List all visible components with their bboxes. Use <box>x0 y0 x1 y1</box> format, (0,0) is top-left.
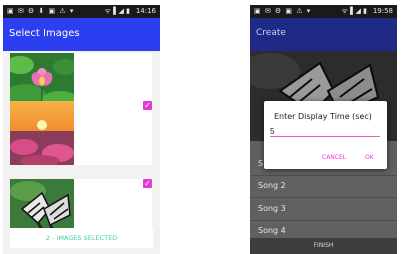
sunset-thumbnail <box>10 101 74 165</box>
right-phone-screen: ▣ ✉ ⚙ ▣ ⚠ ▾ ᯤ ▌◢ ▮ 19:58 Create S Song 2… <box>250 5 397 254</box>
divider <box>250 220 397 221</box>
song-item[interactable]: Song 4 <box>258 226 286 235</box>
cancel-button[interactable]: CANCEL <box>322 154 346 161</box>
butterfly-checkbox[interactable]: ✓ <box>143 179 152 188</box>
song-item[interactable]: S <box>258 159 263 168</box>
left-phone-screen: ▣ ✉ ⚙ ⬇ ▣ ⚠ ▾ ᯤ ▌◢ ▮ 14:16 Select Images <box>3 5 160 254</box>
dialog-title: Enter Display Time (sec) <box>274 112 372 121</box>
finish-button[interactable]: FINISH <box>250 238 397 254</box>
status-time: 14:16 <box>135 7 156 15</box>
divider <box>250 197 397 198</box>
display-time-input[interactable] <box>270 126 380 137</box>
page-title: Create <box>256 28 286 38</box>
signal-battery-icons: ᯤ ▌◢ ▮ <box>341 7 367 15</box>
signal-battery-icons: ᯤ ▌◢ ▮ <box>104 7 130 15</box>
image-row-sunset[interactable]: ✓ <box>10 101 152 165</box>
ok-button[interactable]: OK <box>365 154 374 161</box>
status-time: 19:58 <box>372 7 393 15</box>
song-item[interactable]: Song 3 <box>258 204 286 213</box>
image-list: ✓ ✓ 2 - IMAGES SELECTED <box>3 51 160 254</box>
notification-icons: ▣ ✉ ⚙ ⬇ ▣ ⚠ ▾ <box>7 7 75 15</box>
app-bar: Select Images <box>3 18 160 51</box>
divider <box>250 175 397 176</box>
page-title: Select Images <box>9 28 80 39</box>
app-bar: Create <box>250 18 397 51</box>
images-selected-button[interactable]: 2 - IMAGES SELECTED <box>10 228 153 248</box>
status-bar: ▣ ✉ ⚙ ⬇ ▣ ⚠ ▾ ᯤ ▌◢ ▮ 14:16 <box>3 5 160 18</box>
sunset-checkbox[interactable]: ✓ <box>143 101 152 110</box>
song-item[interactable]: Song 2 <box>258 181 286 190</box>
notification-icons: ▣ ✉ ⚙ ▣ ⚠ ▾ <box>254 7 312 15</box>
status-bar: ▣ ✉ ⚙ ▣ ⚠ ▾ ᯤ ▌◢ ▮ 19:58 <box>250 5 397 18</box>
display-time-dialog: Enter Display Time (sec) CANCEL OK <box>264 101 387 169</box>
